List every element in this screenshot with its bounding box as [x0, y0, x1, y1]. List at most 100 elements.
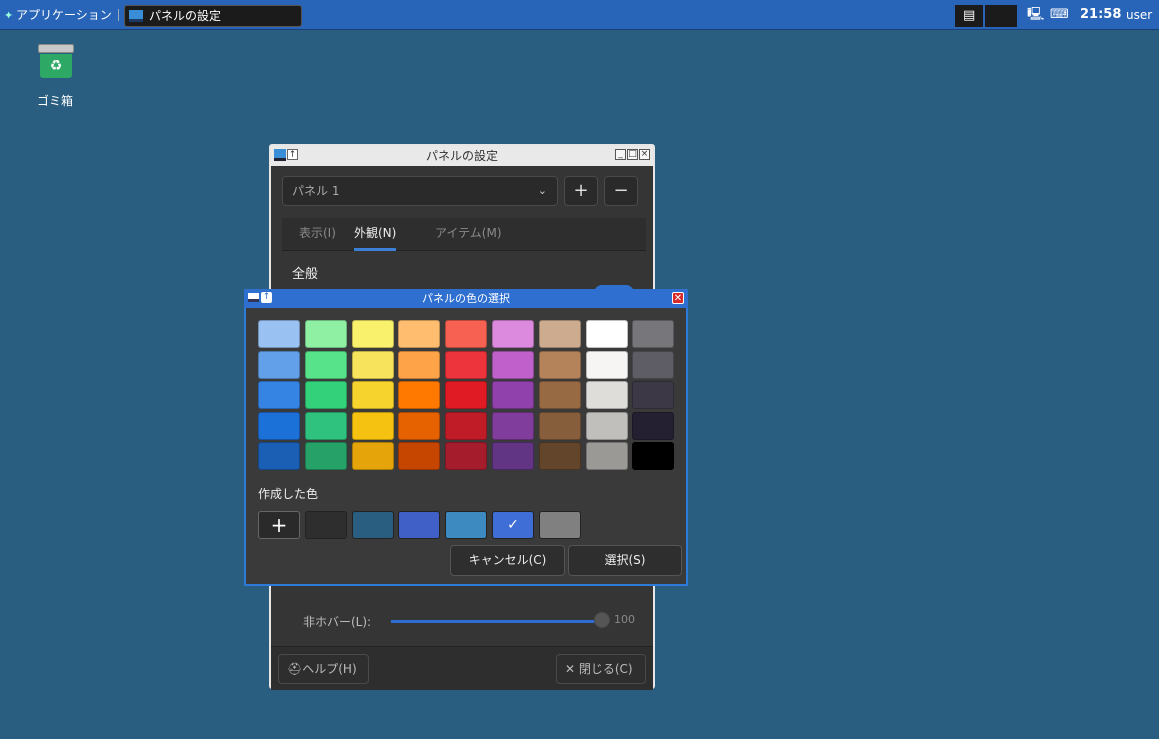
color-swatch[interactable]	[351, 320, 394, 348]
tab-appearance[interactable]: 外観(N)	[354, 218, 397, 251]
color-swatch[interactable]	[585, 381, 628, 409]
custom-color-swatch[interactable]	[351, 511, 394, 539]
section-title-general: 全般	[292, 267, 319, 282]
color-swatch[interactable]	[351, 350, 394, 379]
tray-slot-a[interactable]: ▤	[955, 5, 983, 27]
tab-items[interactable]: アイテム(M)	[435, 218, 502, 248]
color-swatch[interactable]	[398, 381, 441, 409]
top-panel: ✦ アプリケーション パネルの設定 ▤ 🖳 ⌨ 21:58 user	[0, 0, 1159, 30]
slider-handle[interactable]	[594, 612, 610, 628]
color-swatch[interactable]	[258, 350, 300, 379]
color-swatch[interactable]	[492, 442, 534, 470]
color-swatch[interactable]	[632, 442, 675, 470]
custom-color-swatch[interactable]	[398, 511, 441, 539]
chevron-down-icon: ⌄	[537, 184, 547, 197]
custom-color-swatch[interactable]: ✓	[492, 511, 534, 539]
color-swatch[interactable]	[304, 442, 347, 470]
close-button[interactable]: ✕ 閉じる(C)	[556, 654, 646, 684]
color-swatch[interactable]	[258, 381, 300, 409]
color-swatch[interactable]	[398, 411, 441, 440]
xfce-logo-icon: ✦	[4, 9, 14, 22]
color-swatch[interactable]	[492, 411, 534, 440]
desktop-trash[interactable]: ♻ ゴミ箱	[26, 44, 86, 109]
color-swatch[interactable]	[445, 381, 488, 409]
color-swatch[interactable]	[492, 320, 534, 348]
settings-titlebar[interactable]: ↑ パネルの設定 _ □ ×	[271, 146, 653, 166]
close-dialog-button[interactable]: ✕	[672, 292, 684, 304]
panel-select-value: パネル 1	[292, 184, 340, 198]
color-chooser-dialog: ↑ パネルの色の選択 ✕ 作成した色 + ✓ キャンセル(C) 選択(S)	[244, 289, 688, 586]
color-swatch[interactable]	[632, 381, 675, 409]
pin-icon[interactable]: ↑	[287, 149, 298, 160]
color-swatch[interactable]	[632, 350, 675, 379]
color-swatch[interactable]	[632, 320, 675, 348]
color-swatch[interactable]	[538, 442, 581, 470]
color-swatch[interactable]	[351, 411, 394, 440]
network-icon[interactable]: 🖳	[1027, 4, 1044, 26]
color-swatch[interactable]	[445, 350, 488, 379]
color-swatch[interactable]	[445, 411, 488, 440]
panel-select-dropdown[interactable]: パネル 1 ⌄	[282, 176, 558, 206]
color-swatch[interactable]	[398, 320, 441, 348]
add-panel-button[interactable]: +	[564, 176, 598, 206]
color-swatch[interactable]	[445, 320, 488, 348]
minimize-button[interactable]: _	[615, 149, 626, 160]
color-swatch[interactable]	[632, 411, 675, 440]
taskbar-window-label: パネルの設定	[149, 9, 222, 23]
cancel-button[interactable]: キャンセル(C)	[450, 545, 565, 576]
close-icon: ✕	[565, 662, 579, 676]
chooser-titlebar[interactable]: ↑ パネルの色の選択 ✕	[244, 289, 688, 308]
pin-icon[interactable]: ↑	[261, 292, 272, 303]
help-label: ヘルプ(H)	[302, 662, 357, 676]
color-swatch[interactable]	[304, 411, 347, 440]
leave-opacity-slider[interactable]	[391, 620, 606, 623]
select-button[interactable]: 選択(S)	[568, 545, 682, 576]
custom-colors-label: 作成した色	[258, 487, 319, 501]
checkmark-icon: ✓	[507, 517, 519, 533]
color-swatch[interactable]	[304, 350, 347, 379]
window-menu-icon[interactable]	[274, 149, 286, 161]
keyboard-icon[interactable]: ⌨	[1050, 4, 1069, 26]
color-swatch[interactable]	[304, 381, 347, 409]
color-swatch[interactable]	[258, 320, 300, 348]
color-swatch[interactable]	[351, 381, 394, 409]
trash-icon-lid	[38, 44, 74, 53]
color-swatch[interactable]	[538, 411, 581, 440]
color-swatch[interactable]	[258, 442, 300, 470]
window-menu-icon[interactable]	[248, 293, 259, 302]
color-swatch[interactable]	[351, 442, 394, 470]
color-swatch[interactable]	[538, 350, 581, 379]
panel-settings-icon	[129, 10, 143, 22]
color-swatch[interactable]	[538, 320, 581, 348]
color-swatch[interactable]	[398, 350, 441, 379]
chooser-title: パネルの色の選択	[422, 292, 510, 305]
color-swatch[interactable]	[585, 320, 628, 348]
custom-colors-row: + ✓	[258, 511, 678, 541]
close-window-button[interactable]: ×	[639, 149, 650, 160]
color-swatch[interactable]	[492, 350, 534, 379]
color-swatch[interactable]	[445, 442, 488, 470]
leave-opacity-label: 非ホバー(L):	[303, 615, 372, 629]
help-button[interactable]: ⛑ヘルプ(H)	[278, 654, 369, 684]
color-swatch[interactable]	[492, 381, 534, 409]
applications-menu-button[interactable]: ✦ アプリケーション	[4, 0, 112, 30]
remove-panel-button[interactable]: −	[604, 176, 638, 206]
color-swatch[interactable]	[585, 350, 628, 379]
color-swatch[interactable]	[258, 411, 300, 440]
tab-display[interactable]: 表示(I)	[299, 218, 336, 248]
custom-color-swatch[interactable]	[538, 511, 581, 539]
taskbar-window-button[interactable]: パネルの設定	[124, 5, 302, 27]
close-label: 閉じる(C)	[578, 662, 633, 676]
custom-color-swatch[interactable]	[445, 511, 488, 539]
trash-label: ゴミ箱	[36, 94, 73, 108]
color-swatch[interactable]	[398, 442, 441, 470]
maximize-button[interactable]: □	[627, 149, 638, 160]
add-custom-color-button[interactable]: +	[258, 511, 300, 539]
clock[interactable]: 21:58	[1080, 0, 1121, 30]
color-swatch[interactable]	[585, 442, 628, 470]
color-swatch[interactable]	[538, 381, 581, 409]
user-menu[interactable]: user	[1126, 0, 1152, 30]
color-swatch[interactable]	[585, 411, 628, 440]
custom-color-swatch[interactable]	[304, 511, 347, 539]
color-swatch[interactable]	[304, 320, 347, 348]
